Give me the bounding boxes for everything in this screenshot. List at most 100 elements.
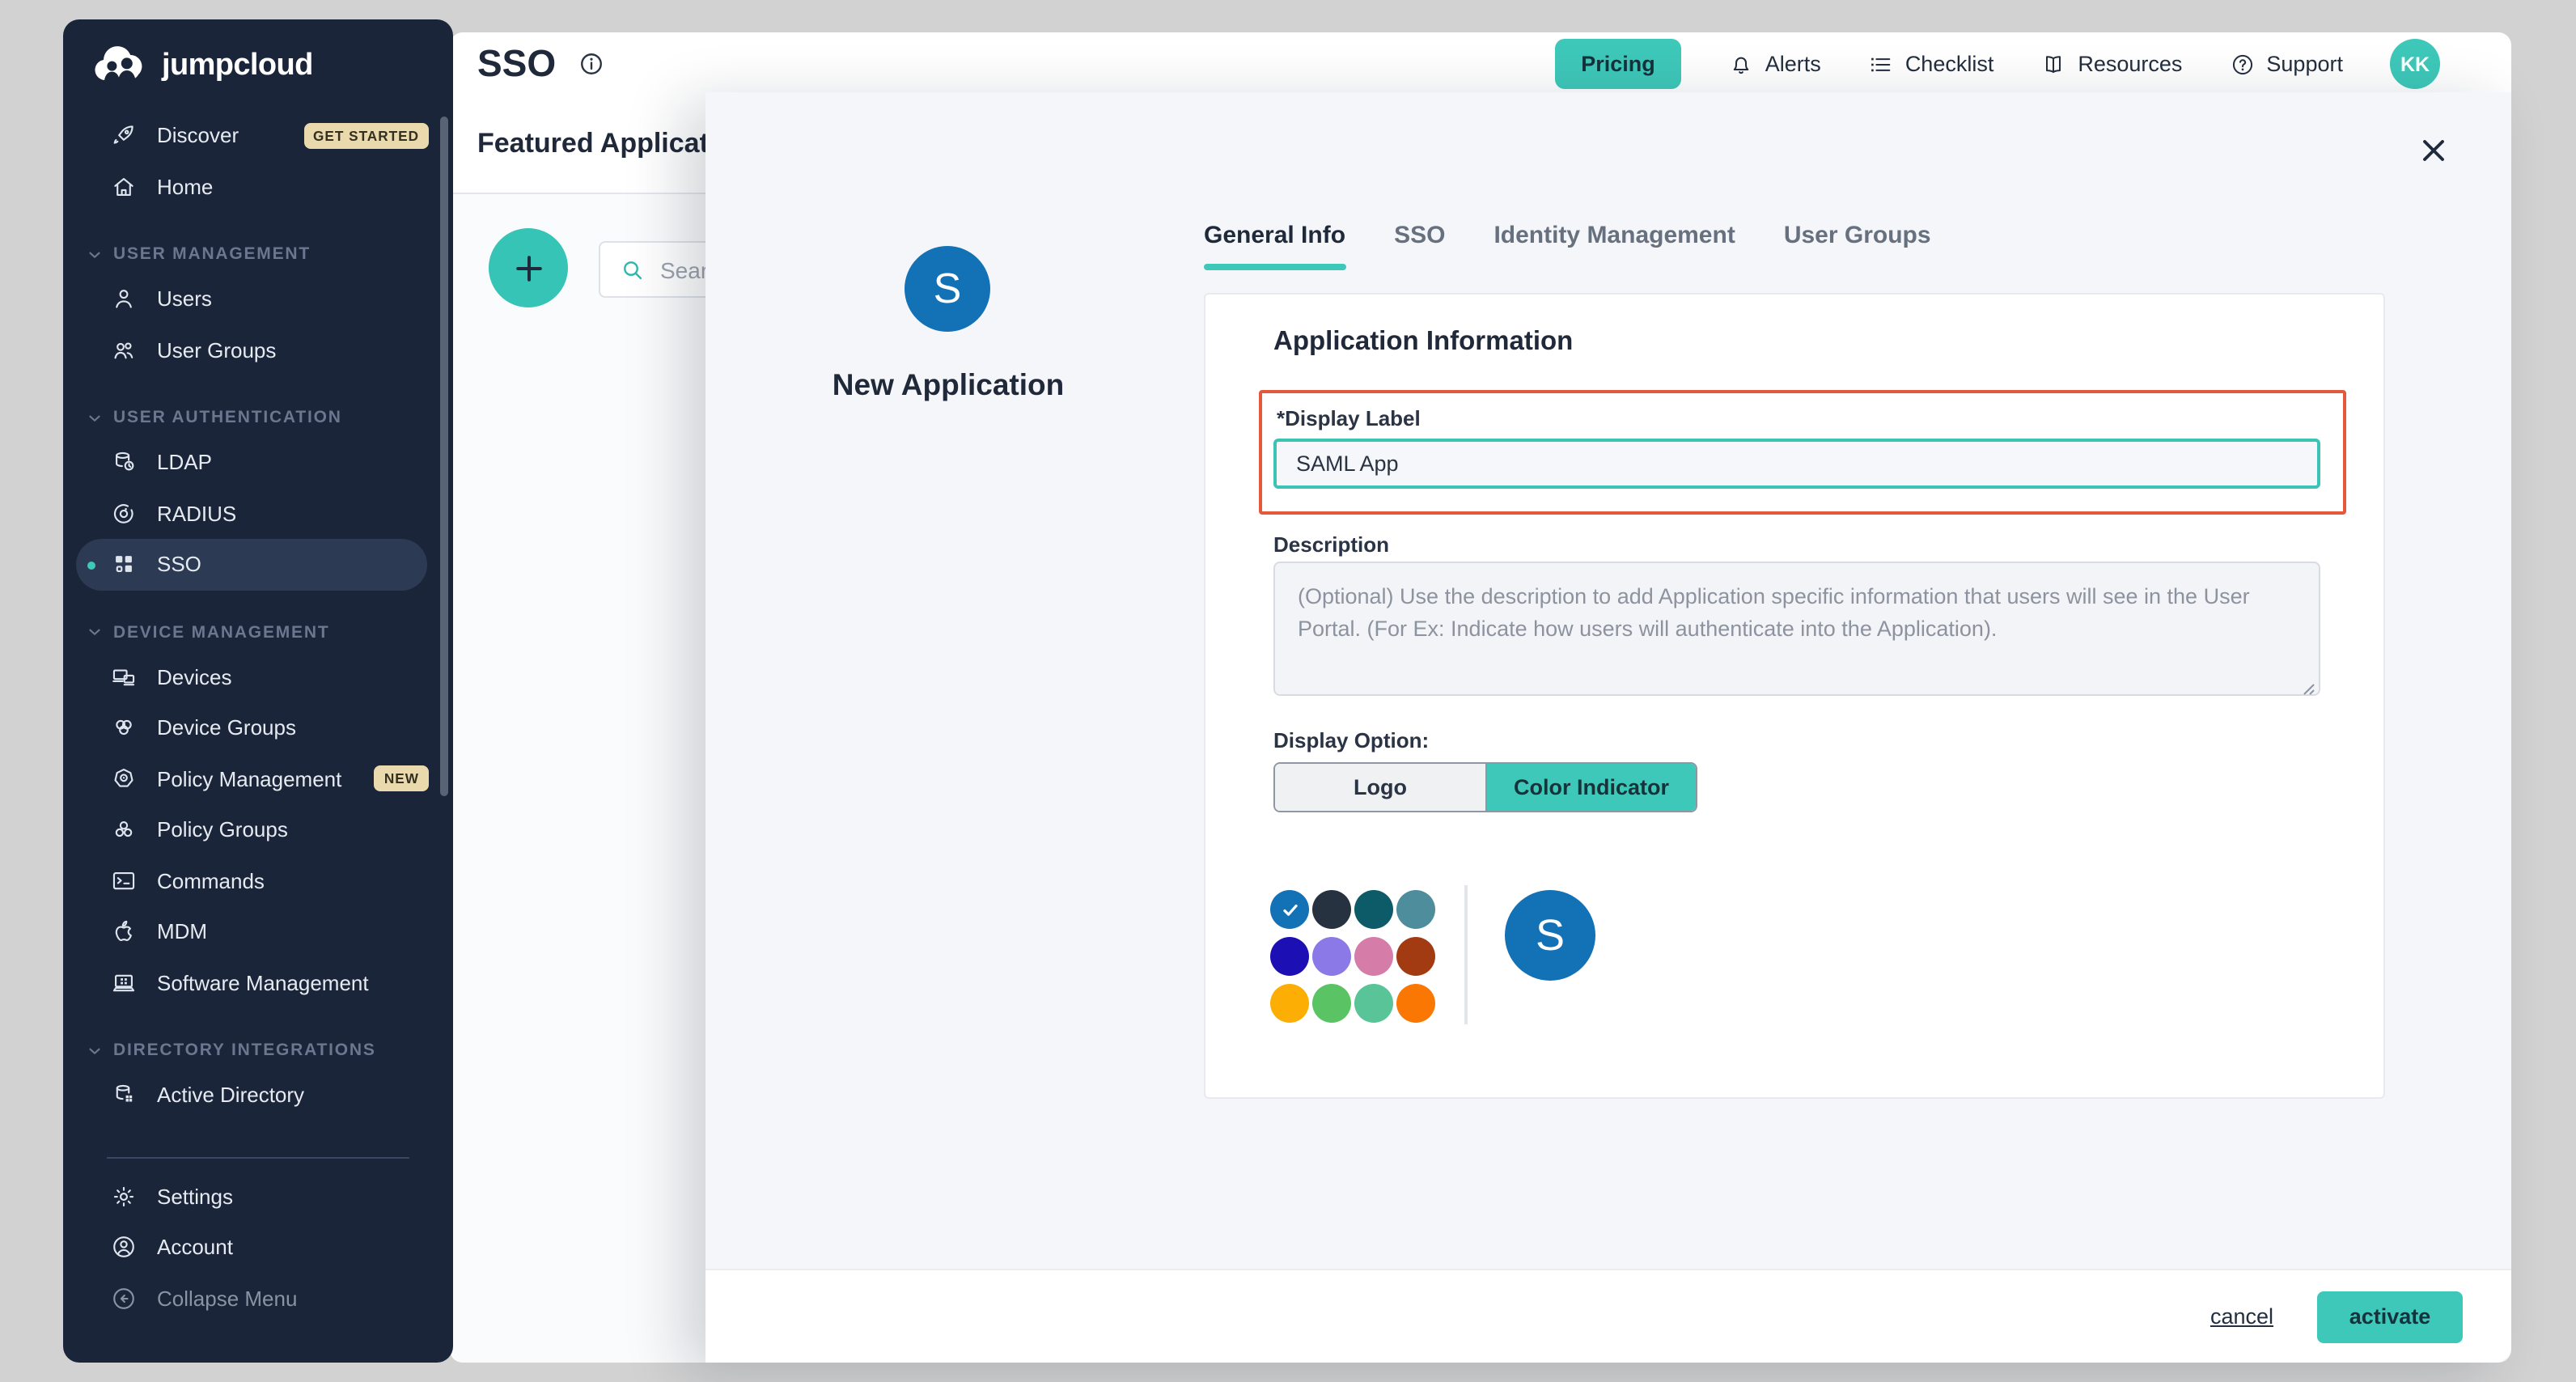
info-icon[interactable]: [577, 50, 604, 78]
color-swatch[interactable]: [1312, 890, 1351, 929]
sidebar-item-software-management[interactable]: Software Management: [63, 957, 453, 1008]
sidebar-item-devices[interactable]: Devices: [63, 651, 453, 702]
chevron-down-icon: [86, 245, 104, 263]
header-action-resources[interactable]: Resources: [2040, 51, 2182, 77]
policy-badge-icon: [110, 765, 138, 793]
sidebar-section-device-management[interactable]: DEVICE MANAGEMENT: [63, 613, 453, 651]
sidebar-scrollbar-thumb[interactable]: [440, 117, 448, 796]
header-action-label: Checklist: [1905, 52, 1994, 76]
color-swatch-selected[interactable]: [1270, 890, 1309, 929]
sidebar-item-account[interactable]: Account: [63, 1222, 453, 1273]
color-swatch[interactable]: [1396, 984, 1435, 1023]
modal-tabs: General Info SSO Identity Management User G…: [1204, 222, 1931, 270]
header-action-checklist[interactable]: Checklist: [1868, 51, 1994, 77]
sidebar-item-policy-groups[interactable]: Policy Groups: [63, 804, 453, 855]
header-action-alerts[interactable]: Alerts: [1728, 51, 1821, 77]
display-label-highlight: *Display Label: [1259, 390, 2346, 515]
tab-general-info[interactable]: General Info: [1204, 222, 1345, 270]
sidebar-item-users[interactable]: Users: [63, 273, 453, 324]
sidebar-item-sso[interactable]: SSO: [76, 539, 427, 590]
devices-icon: [110, 663, 138, 691]
sidebar-section-user-authentication[interactable]: USER AUTHENTICATION: [63, 398, 453, 437]
chevron-down-icon: [86, 623, 104, 641]
app-root: SSO Pricing Alerts Checklist Resources Supp…: [0, 0, 2576, 1382]
color-swatch[interactable]: [1312, 984, 1351, 1023]
sidebar-item-active-directory[interactable]: Active Directory: [63, 1070, 453, 1121]
jumpcloud-logo[interactable]: jumpcloud: [63, 19, 453, 86]
user-avatar[interactable]: KK: [2390, 39, 2440, 89]
sidebar-item-label: Account: [157, 1236, 233, 1260]
color-preview-avatar: S: [1505, 890, 1595, 981]
color-swatch[interactable]: [1270, 984, 1309, 1023]
sidebar-item-policy-management[interactable]: Policy ManagementNEW: [63, 753, 453, 804]
badge-get-started: GET STARTED: [303, 123, 429, 149]
color-swatch[interactable]: [1396, 890, 1435, 929]
activate-button[interactable]: activate: [2317, 1291, 2463, 1342]
color-swatch[interactable]: [1354, 984, 1393, 1023]
sidebar-item-label: Discover: [157, 124, 239, 148]
color-swatch[interactable]: [1312, 937, 1351, 976]
rocket-icon: [110, 122, 138, 150]
sidebar-item-settings[interactable]: Settings: [63, 1171, 453, 1222]
color-swatch[interactable]: [1354, 937, 1393, 976]
color-swatch[interactable]: [1396, 937, 1435, 976]
sidebar-item-label: Active Directory: [157, 1083, 304, 1108]
device-group-icon: [110, 714, 138, 742]
policy-group-icon: [110, 816, 138, 844]
gear-icon: [110, 1183, 138, 1210]
sidebar-item-label: MDM: [157, 920, 207, 944]
checklist-icon: [1868, 51, 1894, 77]
sidebar-item-label: SSO: [157, 553, 201, 577]
sidebar-item-radius[interactable]: RADIUS: [63, 488, 453, 539]
header-action-support[interactable]: Support: [2229, 51, 2343, 77]
add-application-button[interactable]: [489, 228, 568, 307]
tab-sso[interactable]: SSO: [1394, 222, 1445, 270]
sidebar-item-collapse-menu[interactable]: Collapse Menu: [63, 1273, 453, 1324]
sidebar-item-discover[interactable]: Discover GET STARTED: [63, 110, 453, 161]
home-icon: [110, 173, 138, 201]
description-textarea[interactable]: [1273, 562, 2320, 696]
window-header: SSO Pricing Alerts Checklist Resources Supp…: [450, 32, 2511, 95]
sidebar-item-mdm[interactable]: MDM: [63, 906, 453, 957]
display-label-label: *Display Label: [1277, 406, 1421, 430]
database-clock-icon: [110, 449, 138, 477]
sidebar-section-user-management[interactable]: USER MANAGEMENT: [63, 235, 453, 273]
sidebar-item-label: LDAP: [157, 451, 212, 475]
sidebar-item-label: Device Groups: [157, 716, 296, 740]
display-label-input[interactable]: [1273, 439, 2320, 489]
tab-user-groups[interactable]: User Groups: [1784, 222, 1931, 270]
color-swatch[interactable]: [1354, 890, 1393, 929]
sidebar-item-label: Commands: [157, 869, 265, 893]
color-swatch[interactable]: [1270, 937, 1309, 976]
pricing-button[interactable]: Pricing: [1555, 39, 1681, 89]
collapse-arrow-icon: [110, 1285, 138, 1312]
sidebar-item-label: Policy Management: [157, 767, 341, 791]
close-icon[interactable]: [2416, 133, 2451, 173]
sidebar-item-label: Home: [157, 175, 213, 199]
database-windows-icon: [110, 1082, 138, 1109]
cancel-link[interactable]: cancel: [2210, 1304, 2273, 1329]
sidebar-item-device-groups[interactable]: Device Groups: [63, 702, 453, 753]
user-group-icon: [110, 337, 138, 364]
sidebar-item-home[interactable]: Home: [63, 161, 453, 212]
sidebar-item-label: Software Management: [157, 971, 369, 995]
swatch-preview-divider: [1464, 885, 1468, 1024]
color-indicator-option-button[interactable]: Color Indicator: [1485, 764, 1696, 811]
section-title: DIRECTORY INTEGRATIONS: [113, 1041, 376, 1060]
header-actions: Pricing Alerts Checklist Resources Support: [1555, 39, 2343, 89]
app-name: New Application: [738, 367, 1159, 403]
search-icon: [620, 256, 646, 282]
chevron-down-icon: [86, 409, 104, 426]
sidebar-section-directory-integrations[interactable]: DIRECTORY INTEGRATIONS: [63, 1031, 453, 1070]
logo-option-button[interactable]: Logo: [1275, 764, 1485, 811]
sidebar-item-label: RADIUS: [157, 502, 236, 526]
sidebar-item-user-groups[interactable]: User Groups: [63, 324, 453, 375]
book-icon: [2040, 51, 2066, 77]
account-circle-icon: [110, 1234, 138, 1261]
new-application-modal: S New Application General Info SSO Identit…: [705, 92, 2511, 1363]
page-title: SSO: [477, 42, 556, 86]
sidebar-item-commands[interactable]: Commands: [63, 855, 453, 906]
sidebar-item-ldap[interactable]: LDAP: [63, 437, 453, 488]
header-action-label: Resources: [2078, 52, 2182, 76]
tab-identity-management[interactable]: Identity Management: [1493, 222, 1735, 270]
